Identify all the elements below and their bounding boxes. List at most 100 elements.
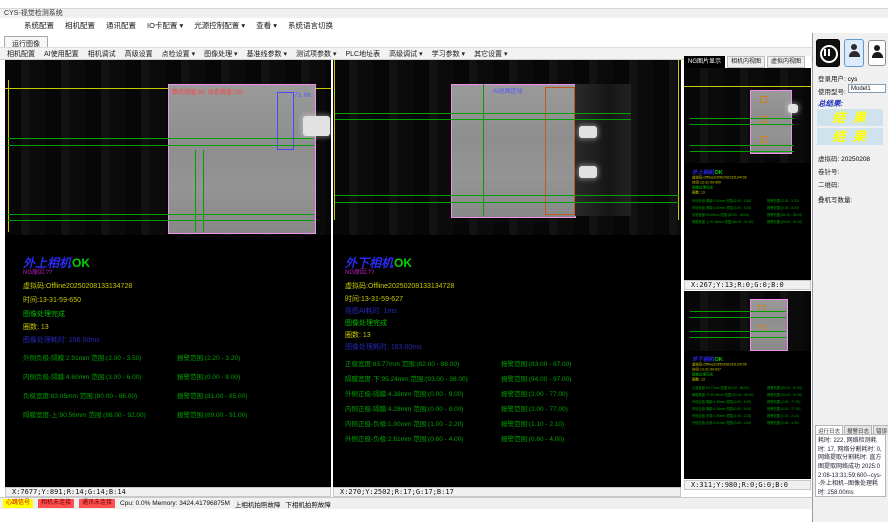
mini-green-line [690,337,786,338]
user-switch-button[interactable] [868,40,886,66]
login-user-row: 登录用户: cys [818,73,857,83]
menu-language-switch[interactable]: 系统语言切换 [288,20,333,31]
mini-alarm: 报警范围:(83.00 - 87.00) [767,385,802,390]
ng-display-label: NG图片显示 [684,56,725,68]
ng-display-header: NG图片显示 相机内视图 虚拟内视图 [684,56,811,68]
middle-camera-view[interactable]: AI抠图区域 外下相机OK NG原因:?? 虚拟码:Offline2025020… [333,60,681,487]
result-box-upper: 结 果 [817,109,883,126]
comm-status-badge: 通讯未连接 [79,499,115,508]
measurement-row: 外侧正极-隔膜:4.38mm 范围:(0.00 - 9.00) [345,388,463,398]
tool-test-params[interactable]: 测试项参数 ▾ [296,49,336,59]
login-user-value: cys [848,76,858,83]
middle-process-time: 图像处理耗时: 183.00ms [345,342,422,352]
mini-green-line [690,317,786,318]
tool-other-settings[interactable]: 其它设置 ▾ [474,49,507,59]
left-yellow-vline [8,80,9,232]
lower-camera-warning: 下相机拍照故障 [285,499,331,509]
mini-alarm: 报警范围:(2.00 - 77.00) [767,406,800,411]
mini-lower-coords-bar: X:311;Y:980;R:0;G:0;B:0 [684,480,811,490]
measurement-row: 内侧正极-负极:1.90mm 范围:(1.00 - 2.20) [345,418,463,428]
camera-status-badge: 相机未连接 [38,499,74,508]
alarm-range: 报警范围:(2.20 - 3.20) [177,352,240,362]
menu-comm-config[interactable]: 通讯配置 [106,20,136,31]
alarm-range: 报警范围:(2.00 - 77.00) [501,388,568,398]
mini-connector-blob [788,104,798,113]
tab-row: 运行图像 [0,33,888,47]
tool-baseline-params[interactable]: 基准线参数 ▾ [247,49,287,59]
mini-row: 隔膜宽度-下:95.24mm 范围:(93.00 - 98.00) [692,392,753,397]
mini-row: 正极宽度:83.77mm 范围:(82.00 - 88.00) [692,385,749,390]
mini-lower-view[interactable]: 外下相机OK 虚拟码:Offline20250208133134728 时间:1… [684,291,811,479]
alarm-range: 报警范围:(0.00 - 8.00) [177,371,240,381]
tab-virtual-internal-view[interactable]: 虚拟内视图 [767,56,805,68]
tool-spot-check[interactable]: 点检设置 ▾ [162,49,195,59]
alarm-range: 报警范围:(83.00 - 87.00) [501,358,571,368]
log-textbox[interactable]: 耗时: 222, 网络检测耗时: 17, 网络分割耗时: 0, 网络提取分割耗时… [815,434,886,497]
left-result-ok: OK [72,256,90,270]
alarm-range: 报警范围:(2.00 - 77.00) [501,403,568,413]
tool-camera-config[interactable]: 相机配置 [7,49,35,59]
middle-tab-blob [579,166,597,178]
mini-row: 外侧正极-隔膜:4.38mm 范围:(0.00 - 9.00) [692,399,751,404]
left-turns: 圈数: 13 [23,322,49,332]
menu-system-config[interactable]: 系统配置 [24,20,54,31]
mini-row: 外侧正极-负极:2.61mm 范围:(0.60 - 4.00) [692,420,751,425]
left-ng-reason: NG原因:?? [23,267,52,276]
middle-green-vline [483,84,484,216]
tool-learning-params[interactable]: 学习参数 ▾ [432,49,465,59]
middle-turns: 圈数: 13 [345,330,371,340]
mini-alarm: 报警范围:(1.10 - 2.10) [767,413,799,418]
mini-alarm: 报警范围:(94.00 - 97.00) [767,392,802,397]
user-dark-icon-body [872,52,883,58]
left-green-vline [195,150,196,232]
tool-camera-debug[interactable]: 相机调试 [88,49,116,59]
menu-light-config[interactable]: 光源控制配置 ▾ [194,20,245,31]
tool-ai-usage[interactable]: AI使用配置 [44,49,79,59]
left-coords-bar: X:7677;Y:891;R:14;G:14;B:14 [5,487,331,497]
menu-view[interactable]: 查看 ▾ [256,20,277,31]
left-green-line [8,214,314,215]
mini-row: 隔膜宽度-上:90.56mm 范围:(88.00 - 92.00) [692,219,753,224]
middle-dark-region [575,84,631,216]
user-icon [851,44,857,50]
mini-turns: 圈数: 13 [692,190,705,195]
left-camera-view[interactable]: 静态阈值:93, 动态阈值:100 73, 66 外上相机OK NG原因:?? … [5,60,331,487]
pause-button[interactable] [816,39,840,67]
mini-alarm: 报警范围:(2.20 - 3.20) [767,198,799,203]
mini-roi-marker [760,136,767,143]
mini-lower-image [750,299,788,351]
cpu-memory-text: Cpu: 0.0% Memory: 3424.41796875M [120,500,230,507]
tool-advanced-settings[interactable]: 高级设置 [125,49,153,59]
mini-green-line [690,331,786,332]
middle-barcode: 虚拟码:Offline20250208133134728 [345,281,454,291]
tab-camera-internal-view[interactable]: 相机内视图 [727,56,765,68]
tool-plc-address[interactable]: PLC地址表 [346,49,381,59]
left-threshold-overlay: 静态阈值:93, 动态阈值:100 [172,87,243,96]
heartbeat-badge: 心跳信号 [3,499,33,508]
pause-bar [824,49,826,56]
left-process-done: 图像处理完成 [23,309,65,319]
model-input[interactable]: Model1 [848,84,886,93]
mini-row: 负极宽度:83.05mm 范围:(80.00 - 86.00) [692,212,749,217]
left-green-line [8,138,314,139]
mini-green-line [690,311,786,312]
menu-camera-config[interactable]: 相机配置 [65,20,95,31]
middle-coords-bar: X:270;Y:2502;R:17;G:17;B:17 [333,487,681,497]
mini-green-line [690,145,794,146]
measurement-row: 隔膜宽度-上:90.56mm 范围:(88.00 - 92.00) [23,409,146,419]
mini-upper-view[interactable]: 外上相机OK 虚拟码:Offline20250208133134728 时间:1… [684,68,811,280]
menu-io-config[interactable]: IO卡配置 ▾ [147,20,183,31]
alarm-range: 报警范围:(89.00 - 91.00) [177,409,247,419]
upper-camera-warning: 上相机拍照故障 [235,499,281,509]
left-blue-roi [277,92,294,150]
tool-image-processing[interactable]: 图像处理 ▾ [204,49,237,59]
control-button-row: → [816,39,888,67]
mini-alarm: 报警范围:(0.60 - 4.00) [767,420,799,425]
user-login-button[interactable] [844,39,864,67]
mini-upper-yellow-line [684,86,811,87]
left-green-vline [203,150,204,232]
mini-row: 内侧正极-负极:1.90mm 范围:(1.00 - 2.20) [692,413,751,418]
tool-advanced-debug[interactable]: 高级调试 ▾ [389,49,422,59]
mini-row: 内侧负极-隔膜:4.60mm 范围:(3.00 - 6.00) [692,205,751,210]
vcode-row: 虚拟码: 20250208 [818,153,870,163]
